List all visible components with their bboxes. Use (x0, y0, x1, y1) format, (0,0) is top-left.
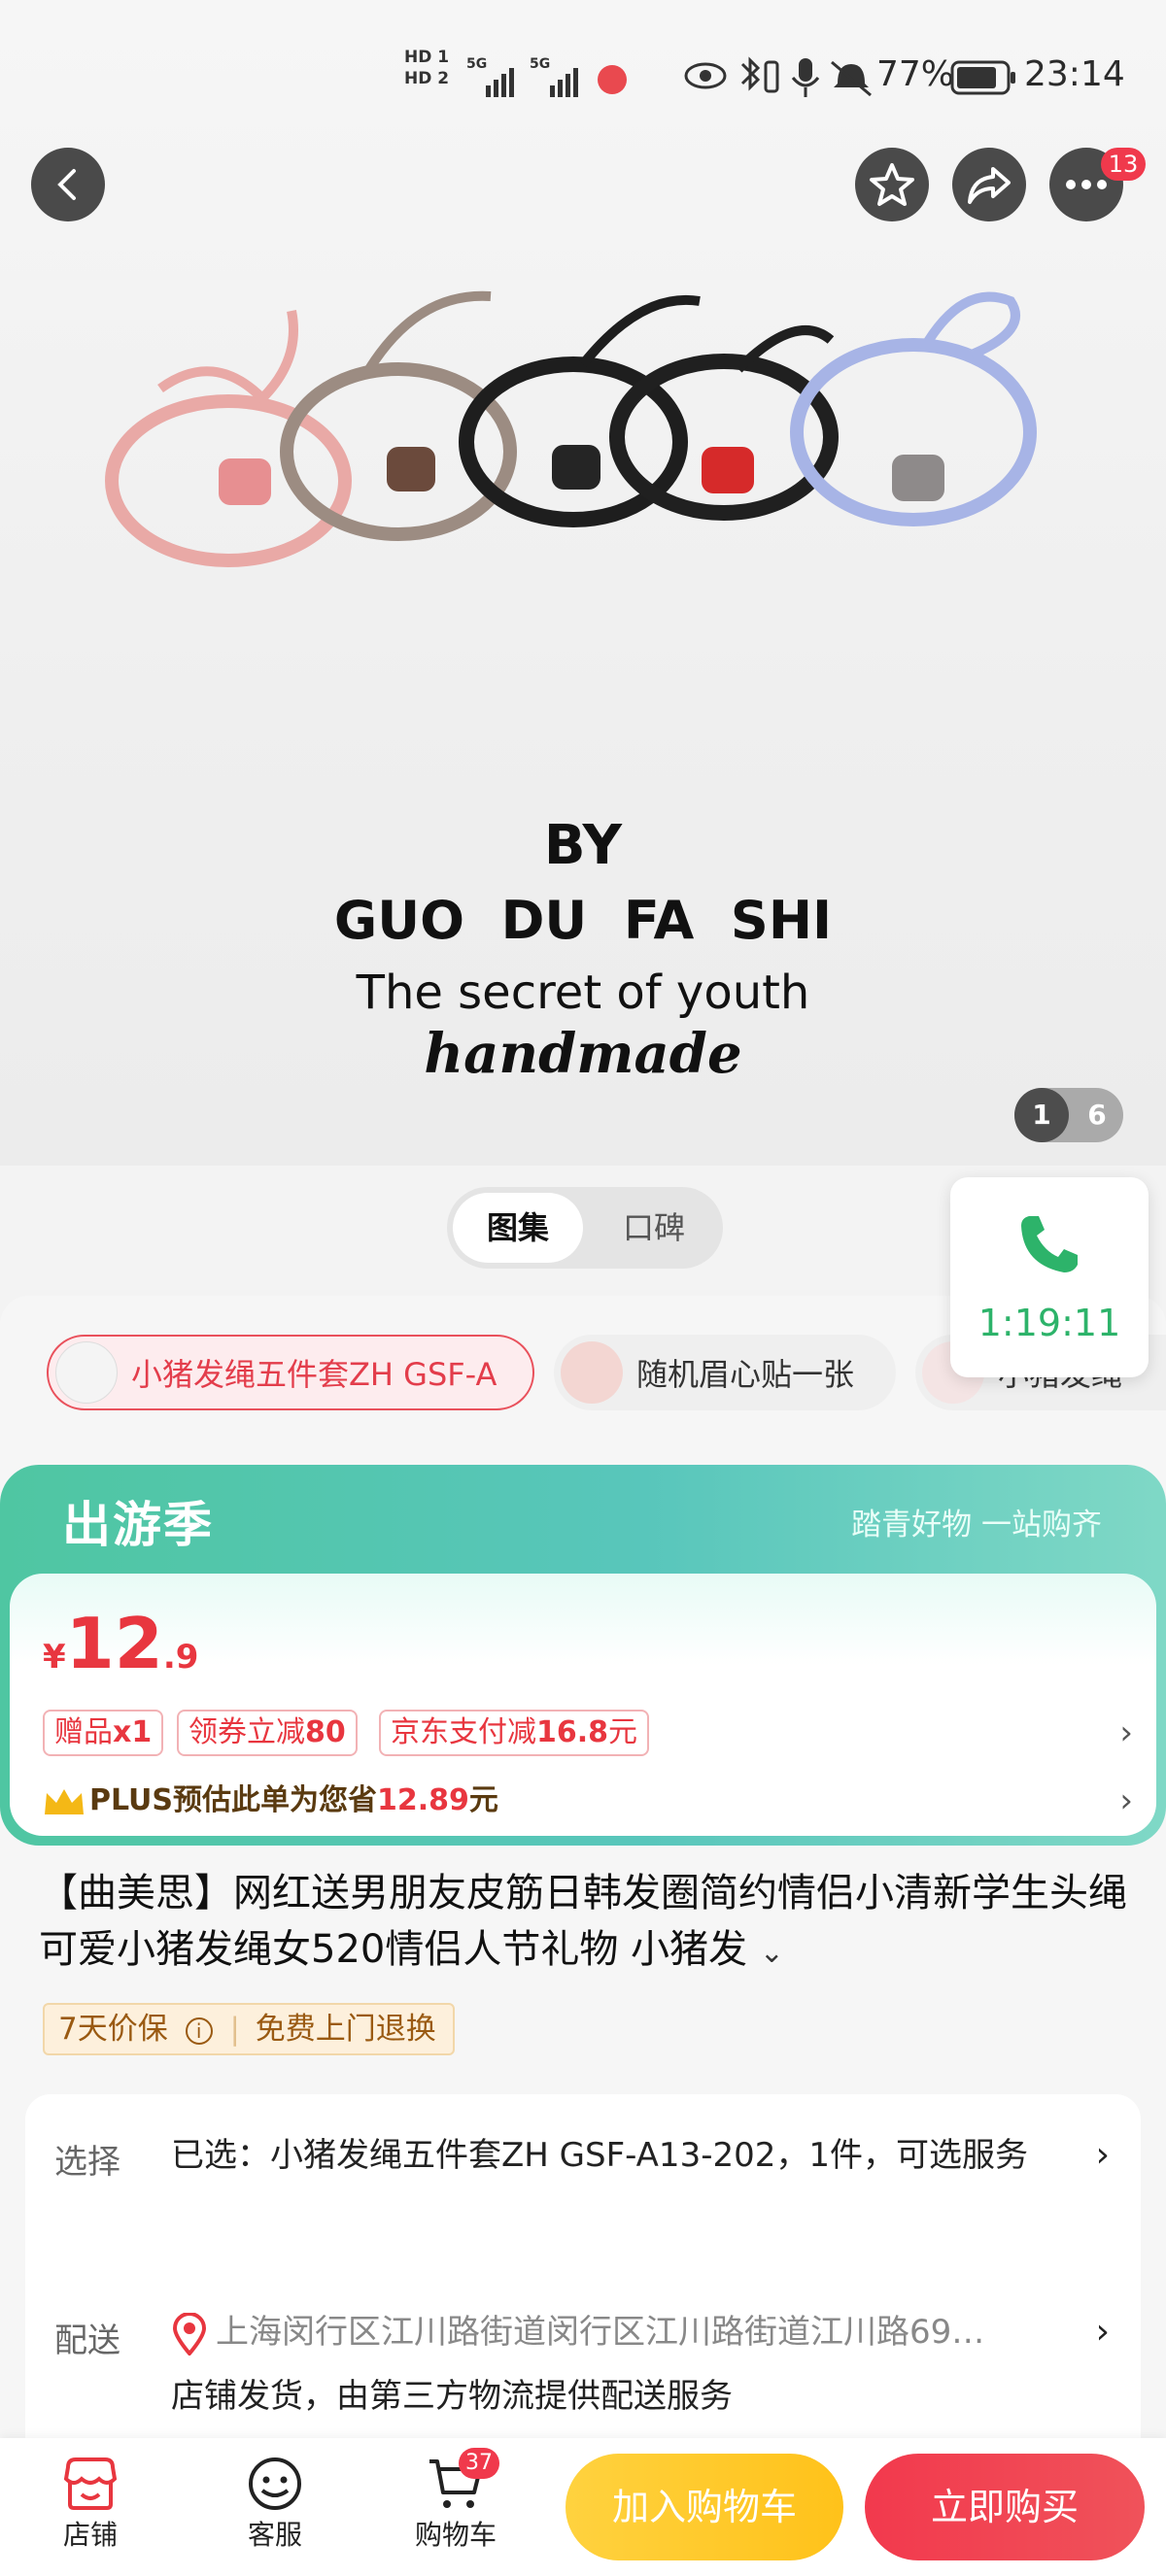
svg-text:5G: 5G (530, 56, 550, 72)
plus-suffix: 元 (468, 1783, 498, 1817)
sim2-label: HD 2 (404, 69, 450, 88)
shop-icon (63, 2457, 118, 2510)
chevron-right-icon[interactable]: › (1096, 2135, 1110, 2175)
gift-tag[interactable]: 赠品x1 (43, 1710, 164, 1756)
call-widget[interactable]: 1:19:11 (950, 1177, 1149, 1377)
chevron-right-icon[interactable]: › (1096, 2312, 1110, 2352)
location-pin-icon (172, 2311, 207, 2356)
select-label: 选择 (54, 2143, 120, 2182)
tag-text: 京东支付减 (391, 1715, 536, 1749)
plus-savings[interactable]: PLUS预估此单为您省12.89元 (43, 1776, 498, 1818)
delivery-note: 店铺发货，由第三方物流提供配送服务 (171, 2377, 733, 2416)
price-symbol: ¥ (43, 1638, 66, 1677)
tag-bold: x1 (113, 1715, 153, 1749)
chevron-down-icon[interactable]: ⌄ (760, 1936, 784, 1970)
customer-service-icon (249, 2457, 301, 2510)
nav-cart[interactable]: 购物车 (393, 2448, 519, 2574)
variant-thumbnail (55, 1341, 118, 1404)
signal-icon: 5G 5G (466, 56, 627, 97)
star-icon (870, 163, 914, 206)
add-to-cart-button[interactable]: 加入购物车 (566, 2454, 843, 2560)
phone-icon (1021, 1216, 1078, 1272)
gallery-pager: 1 6 (1014, 1088, 1123, 1142)
gallery-line-handmade: handmade (424, 1022, 742, 1086)
promo-subtitle: 踏青好物 一站购齐 (851, 1508, 1102, 1542)
tag-text: 领券立减 (189, 1715, 305, 1749)
share-icon (968, 167, 1011, 204)
call-timer: 1:19:11 (977, 1302, 1121, 1344)
cart-count-badge: 37 (459, 2448, 499, 2479)
nav-shop[interactable]: 店铺 (27, 2448, 154, 2574)
divider: | (229, 2012, 240, 2047)
price-integer: 12 (65, 1603, 163, 1684)
favorite-button[interactable] (855, 148, 929, 221)
delivery-address-row[interactable]: 上海闵行区江川路街道闵行区江川路街道江川路69… (171, 2300, 1084, 2364)
variant-chip-label: 随机眉心贴一张 (636, 1356, 855, 1393)
free-return-label: 免费上门退换 (255, 2012, 436, 2047)
nav-shop-label: 店铺 (62, 2519, 118, 2551)
variant-chip[interactable]: 随机眉心贴一张 (554, 1335, 896, 1410)
tag-bold: 80 (305, 1715, 346, 1749)
chevron-right-icon[interactable]: › (1119, 1781, 1133, 1820)
notification-badge: 13 (1101, 148, 1146, 181)
status-icons (684, 56, 872, 97)
tag-bold: 16.8 (536, 1715, 609, 1749)
gallery-tabs: 图集 口碑 (447, 1187, 723, 1269)
product-page: BY GUO DU FA SHI The secret of youth han… (0, 0, 1166, 2576)
delivery-address: 上海闵行区江川路街道闵行区江川路街道江川路69… (216, 2313, 985, 2352)
more-dots-icon (1066, 180, 1107, 189)
buy-now-button[interactable]: 立即购买 (865, 2454, 1145, 2560)
product-title[interactable]: 【曲美思】网红送男朋友皮筋日韩发圈简约情侣小清新学生头绳可爱小猪发绳女520情侣… (39, 1865, 1137, 1982)
variant-chip-label: 小猪发绳五件套ZH GSF-A (131, 1356, 497, 1393)
svg-text:5G: 5G (466, 56, 487, 72)
product-title-text: 【曲美思】网红送男朋友皮筋日韩发圈简约情侣小清新学生头绳可爱小猪发绳女520情侣… (39, 1871, 1127, 1972)
nav-service[interactable]: 客服 (212, 2448, 338, 2574)
nav-cart-label: 购物车 (414, 2519, 497, 2551)
sim-indicators: HD 1 HD 2 (404, 47, 449, 89)
chevron-right-icon[interactable]: › (1119, 1713, 1133, 1752)
crown-icon (45, 1788, 84, 1814)
info-icon[interactable]: i (185, 2017, 213, 2045)
delivery-label: 配送 (54, 2322, 120, 2360)
share-button[interactable] (952, 148, 1026, 221)
pager-total: 6 (1087, 1099, 1107, 1131)
promo-title: 出游季 (62, 1497, 214, 1553)
select-value[interactable]: 已选：小猪发绳五件套ZH GSF-A13-202，1件，可选服务 (171, 2123, 1084, 2187)
gallery-line-by: BY (543, 814, 623, 877)
promo-banner[interactable]: 出游季 踏青好物 一站购齐 ¥12.9 赠品x1 领券立减80 京东支付减16.… (0, 1465, 1166, 1846)
bottom-action-bar: 店铺 客服 购物车 37 加入购物车 立即购买 (0, 2438, 1166, 2576)
price-card: ¥12.9 赠品x1 领券立减80 京东支付减16.8元 › PLUS预估此单为… (10, 1574, 1156, 1836)
battery-icon (950, 60, 1015, 95)
plus-amount: 12.89 (377, 1783, 469, 1817)
sim1-label: HD 1 (404, 48, 450, 67)
nav-service-label: 客服 (247, 2519, 302, 2551)
price-decimal: .9 (162, 1638, 199, 1677)
status-bar: HD 1 HD 2 5G 5G 77% 23:14 (0, 0, 1166, 155)
guarantee-badge[interactable]: 7天价保 i | 免费上门退换 (43, 2003, 455, 2055)
variant-thumbnail (561, 1341, 623, 1404)
pager-current: 1 (1014, 1088, 1069, 1142)
coupon-tag[interactable]: 领券立减80 (177, 1710, 358, 1756)
back-button[interactable] (31, 148, 105, 221)
tag-text: 赠品 (54, 1715, 113, 1749)
tab-gallery[interactable]: 图集 (453, 1193, 583, 1263)
jdpay-tag[interactable]: 京东支付减16.8元 (379, 1710, 650, 1756)
tag-suffix: 元 (608, 1715, 638, 1749)
tab-reviews[interactable]: 口碑 (589, 1193, 719, 1263)
clock: 23:14 (1024, 54, 1125, 94)
variant-chip-selected[interactable]: 小猪发绳五件套ZH GSF-A (47, 1335, 534, 1410)
chevron-left-icon (57, 169, 76, 200)
price: ¥12.9 (43, 1603, 198, 1684)
plus-text: PLUS预估此单为您省 (89, 1783, 378, 1817)
price-protect-label: 7天价保 (58, 2012, 168, 2047)
gallery-line-slogan: The secret of youth (356, 966, 810, 1020)
battery-percent: 77% (876, 54, 955, 94)
gallery-line-brand: GUO DU FA SHI (333, 890, 833, 951)
